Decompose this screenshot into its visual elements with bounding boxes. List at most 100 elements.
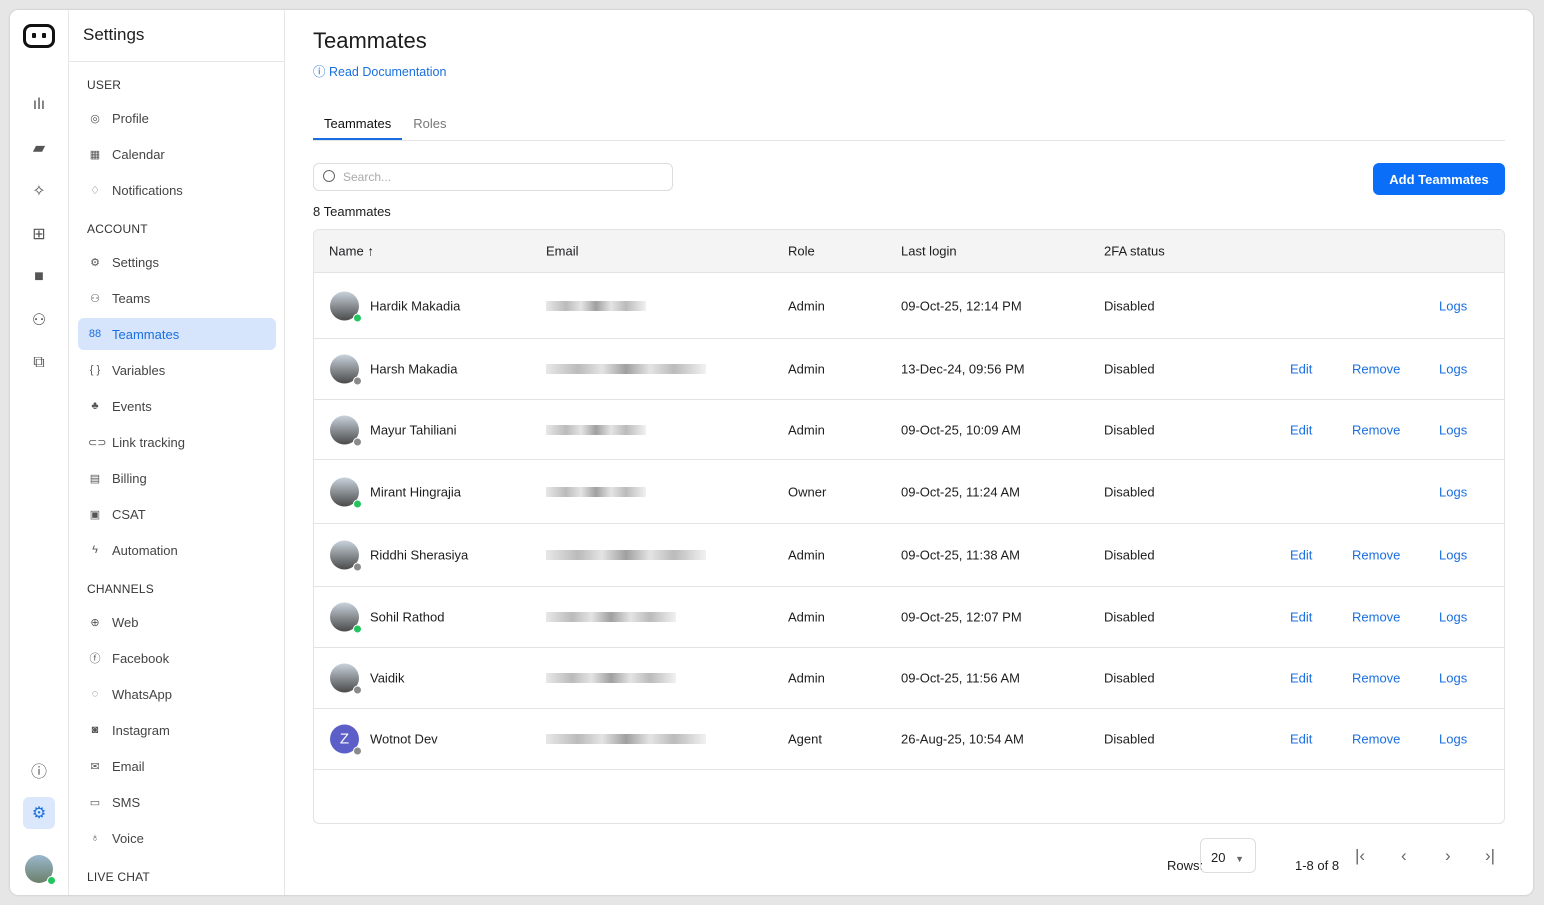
sidebar-item-link-tracking[interactable]: ⊂⊃ Link tracking: [78, 426, 276, 458]
logs-link[interactable]: Logs: [1439, 422, 1467, 437]
edit-link[interactable]: Edit: [1290, 671, 1312, 686]
col-2fa: 2FA status: [1104, 243, 1165, 259]
sidebar-item-teammates[interactable]: 88 Teammates: [78, 318, 276, 350]
sidebar-item-variables[interactable]: { } Variables: [78, 354, 276, 386]
last-login: 26-Aug-25, 10:54 AM: [901, 731, 1024, 747]
logs-link[interactable]: Logs: [1439, 732, 1467, 747]
sidebar-item-label: WhatsApp: [112, 686, 172, 702]
remove-link[interactable]: Remove: [1352, 671, 1400, 686]
logs-link[interactable]: Logs: [1439, 362, 1467, 377]
edit-link[interactable]: Edit: [1290, 362, 1312, 377]
sidebar-item-settings[interactable]: ⚙ Settings: [78, 246, 276, 278]
chat-icon[interactable]: ▰: [24, 133, 54, 163]
teammates-icon: 88: [88, 328, 102, 340]
twofa-status: Disabled: [1104, 422, 1155, 437]
table-row: Harsh Makadia Admin 13-Dec-24, 09:56 PM …: [314, 339, 1504, 400]
last-login: 09-Oct-25, 10:09 AM: [901, 422, 1021, 437]
last-login: 09-Oct-25, 11:38 AM: [901, 547, 1020, 563]
table-row: Z Wotnot Dev Agent 26-Aug-25, 10:54 AM D…: [314, 709, 1504, 770]
sidebar-item-label: Settings: [112, 254, 159, 270]
sidebar-item-notifications[interactable]: ♢ Notifications: [78, 174, 276, 206]
sidebar-item-voice[interactable]: ♁ Voice: [78, 822, 276, 854]
sidebar-item-events[interactable]: ♣ Events: [78, 390, 276, 422]
sidebar-item-label: Instagram: [112, 722, 170, 738]
section-label: CHANNELS: [87, 582, 154, 596]
tabs: Teammates Roles: [313, 110, 1505, 141]
edit-link[interactable]: Edit: [1290, 732, 1312, 747]
panel-title: Settings: [69, 10, 284, 62]
user-avatar[interactable]: [25, 855, 56, 885]
integrations-icon[interactable]: ⧉: [24, 348, 54, 378]
col-email: Email: [546, 243, 579, 259]
email-redacted: [546, 486, 646, 497]
sidebar-item-teams[interactable]: ⚇ Teams: [78, 282, 276, 314]
teammate-name: Riddhi Sherasiya: [370, 547, 469, 563]
tab-roles[interactable]: Roles: [402, 110, 457, 140]
events-icon: ♣: [91, 400, 99, 412]
teammate-avatar: [330, 540, 362, 572]
section-label: ACCOUNT: [87, 222, 148, 236]
sidebar-item-facebook[interactable]: ⓕ Facebook: [78, 642, 276, 674]
edit-link[interactable]: Edit: [1290, 548, 1312, 563]
tab-teammates[interactable]: Teammates: [313, 110, 403, 140]
remove-link[interactable]: Remove: [1352, 362, 1400, 377]
col-name[interactable]: Name ↑: [329, 244, 374, 259]
contacts-icon[interactable]: ⚇: [24, 305, 54, 335]
logs-link[interactable]: Logs: [1439, 610, 1467, 625]
sidebar-item-billing[interactable]: ▤ Billing: [78, 462, 276, 494]
twofa-status: Disabled: [1104, 484, 1155, 499]
section-label: LIVE CHAT: [87, 870, 150, 884]
bolt-icon: ϟ: [92, 544, 98, 556]
remove-link[interactable]: Remove: [1352, 548, 1400, 563]
teammate-avatar: Z: [330, 724, 362, 756]
help-icon[interactable]: ⓘ: [24, 755, 54, 785]
sidebar-item-web[interactable]: ⊕ Web: [78, 606, 276, 638]
ai-sparkle-icon[interactable]: ✧: [24, 176, 54, 206]
last-page-icon[interactable]: ›|: [1485, 846, 1495, 866]
teammate-avatar: [330, 291, 362, 322]
logs-link[interactable]: Logs: [1439, 548, 1467, 563]
sidebar-item-profile[interactable]: ◎ Profile: [78, 102, 276, 134]
sidebar-item-email[interactable]: ✉ Email: [78, 750, 276, 782]
read-documentation-link[interactable]: ⓘ Read Documentation: [313, 61, 446, 80]
remove-link[interactable]: Remove: [1352, 422, 1400, 437]
logs-link[interactable]: Logs: [1439, 298, 1467, 313]
edit-link[interactable]: Edit: [1290, 422, 1312, 437]
first-page-icon[interactable]: |‹: [1355, 846, 1365, 866]
email-redacted: [546, 300, 646, 311]
sidebar-item-whatsapp[interactable]: ◌ WhatsApp: [78, 678, 276, 710]
add-teammates-button[interactable]: Add Teammates: [1373, 163, 1505, 195]
table-header: Name ↑ Email Role Last login 2FA status: [314, 230, 1504, 273]
teammates-count: 8 Teammates: [313, 204, 391, 219]
sidebar-item-csat[interactable]: ▣ CSAT: [78, 498, 276, 530]
settings-gear-icon[interactable]: ⚙: [23, 797, 55, 829]
page-range: 1-8 of 8: [1295, 858, 1340, 873]
twofa-status: Disabled: [1104, 547, 1155, 563]
next-page-icon[interactable]: ›: [1445, 846, 1451, 866]
sidebar-item-sms[interactable]: ▭ SMS: [78, 786, 276, 818]
sidebar-item-label: Profile: [112, 110, 149, 126]
twofa-status: Disabled: [1104, 609, 1155, 625]
status-dot: [353, 499, 362, 508]
sidebar-item-instagram[interactable]: ◙ Instagram: [78, 714, 276, 746]
edit-link[interactable]: Edit: [1290, 610, 1312, 625]
remove-link[interactable]: Remove: [1352, 610, 1400, 625]
logs-link[interactable]: Logs: [1439, 484, 1467, 499]
prev-page-icon[interactable]: ‹: [1401, 846, 1407, 866]
table-row: Sohil Rathod Admin 09-Oct-25, 12:07 PM D…: [314, 587, 1504, 648]
rows-per-page-select[interactable]: 20 ▼: [1200, 838, 1256, 873]
search-input[interactable]: Search...: [313, 163, 673, 191]
whatsapp-icon: ◌: [91, 688, 99, 700]
logs-link[interactable]: Logs: [1439, 671, 1467, 686]
analytics-icon[interactable]: ılı: [24, 90, 54, 120]
status-dot: [353, 437, 362, 446]
remove-link[interactable]: Remove: [1352, 732, 1400, 747]
sidebar-item-calendar[interactable]: ▦ Calendar: [78, 138, 276, 170]
ticket-icon[interactable]: ■: [24, 262, 54, 292]
table-row: Riddhi Sherasiya Admin 09-Oct-25, 11:38 …: [314, 524, 1504, 587]
teammate-avatar: [330, 477, 362, 508]
mail-icon: ✉: [90, 760, 100, 773]
sidebar-item-automation[interactable]: ϟ Automation: [78, 534, 276, 566]
users-icon: ⚇: [90, 292, 100, 305]
flow-icon[interactable]: ⊞: [24, 219, 54, 249]
